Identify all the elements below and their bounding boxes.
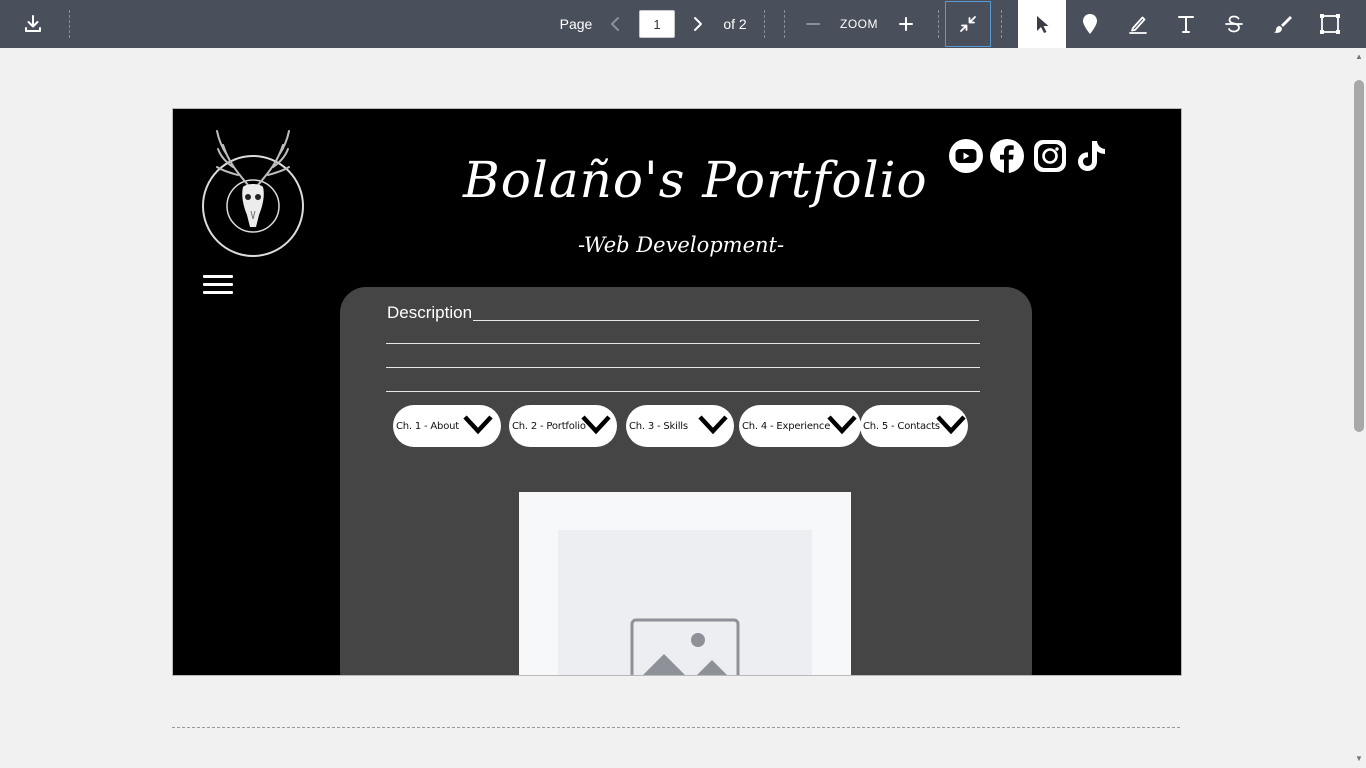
crop-icon bbox=[1320, 14, 1340, 34]
page-label: Page bbox=[559, 16, 593, 32]
description-line bbox=[386, 343, 980, 344]
portfolio-subtitle: -Web Development- bbox=[577, 233, 785, 257]
description-line bbox=[473, 320, 979, 321]
select-tool-button[interactable] bbox=[1018, 0, 1066, 48]
chevron-left-icon bbox=[611, 17, 619, 31]
image-placeholder bbox=[519, 492, 851, 675]
chapter-dropdown-portfolio[interactable]: Ch. 2 - Portfolio bbox=[509, 405, 617, 447]
download-icon bbox=[25, 15, 41, 32]
hamburger-menu-icon[interactable] bbox=[203, 275, 233, 299]
toolbar-divider bbox=[69, 10, 70, 38]
description-line bbox=[386, 391, 980, 392]
portfolio-title: Bolaño's Portfolio bbox=[463, 151, 928, 209]
highlight-icon bbox=[1129, 16, 1147, 34]
minus-icon bbox=[806, 23, 820, 25]
image-placeholder-inner bbox=[558, 530, 812, 675]
toolbar-divider bbox=[938, 10, 939, 38]
chapter-dropdown-skills[interactable]: Ch. 3 - Skills bbox=[626, 405, 734, 447]
description-label: Description bbox=[387, 303, 473, 322]
fit-page-button[interactable] bbox=[945, 1, 991, 47]
collapse-icon bbox=[960, 16, 976, 32]
brush-icon bbox=[1274, 16, 1292, 33]
crop-tool-button[interactable] bbox=[1306, 0, 1354, 48]
pdf-toolbar: Page of 2 ZOOM bbox=[0, 0, 1366, 48]
scrollbar-thumb[interactable] bbox=[1354, 80, 1364, 432]
text-icon bbox=[1178, 16, 1194, 33]
chevron-down-icon bbox=[698, 415, 728, 435]
toolbar-divider bbox=[784, 10, 785, 38]
toolbar-divider bbox=[1001, 10, 1002, 38]
brush-tool-button[interactable] bbox=[1258, 0, 1306, 48]
chevron-down-icon bbox=[581, 415, 611, 435]
zoom-label: ZOOM bbox=[840, 17, 878, 31]
text-tool-button[interactable] bbox=[1162, 0, 1210, 48]
chapter-dropdown-contacts[interactable]: Ch. 5 - Contacts bbox=[860, 405, 968, 447]
chapter-label: Ch. 4 - Experience bbox=[742, 420, 831, 432]
zoom-out-button[interactable] bbox=[800, 0, 826, 48]
chapter-dropdown-about[interactable]: Ch. 1 - About bbox=[393, 405, 501, 447]
pin-tool-button[interactable] bbox=[1066, 0, 1114, 48]
toolbar-divider bbox=[764, 10, 765, 38]
scroll-down-arrow[interactable]: ▼ bbox=[1354, 754, 1364, 764]
content-card: Description Ch. 1 - About Ch. 2 - Portfo… bbox=[340, 287, 1032, 675]
instagram-icon[interactable] bbox=[1033, 139, 1067, 173]
chapter-label: Ch. 2 - Portfolio bbox=[512, 420, 586, 432]
prev-page-button[interactable] bbox=[603, 0, 627, 48]
strikethrough-icon bbox=[1225, 15, 1243, 33]
strikethrough-tool-button[interactable] bbox=[1210, 0, 1258, 48]
chevron-down-icon bbox=[936, 415, 966, 435]
tiktok-icon[interactable] bbox=[1074, 139, 1108, 173]
image-icon bbox=[630, 618, 740, 675]
chevron-down-icon bbox=[463, 415, 493, 435]
plus-icon bbox=[899, 17, 913, 31]
highlight-tool-button[interactable] bbox=[1114, 0, 1162, 48]
chapter-dropdown-experience[interactable]: Ch. 4 - Experience bbox=[739, 405, 861, 447]
chapter-label: Ch. 5 - Contacts bbox=[863, 420, 940, 432]
pin-icon bbox=[1083, 14, 1097, 34]
deer-skull-logo bbox=[202, 130, 304, 257]
page-total: of 2 bbox=[723, 16, 747, 32]
chapter-label: Ch. 1 - About bbox=[396, 420, 459, 432]
chevron-down-icon bbox=[827, 415, 857, 435]
description-line bbox=[386, 367, 980, 368]
zoom-in-button[interactable] bbox=[893, 0, 919, 48]
facebook-icon[interactable] bbox=[990, 139, 1024, 173]
next-page-button[interactable] bbox=[686, 0, 710, 48]
select-icon bbox=[1037, 16, 1049, 33]
download-button[interactable] bbox=[10, 0, 56, 48]
scroll-up-arrow[interactable]: ▲ bbox=[1354, 52, 1364, 62]
youtube-icon[interactable] bbox=[949, 139, 983, 173]
page-number-input[interactable] bbox=[639, 10, 675, 38]
pdf-page: Bolaño's Portfolio -Web Development- Des… bbox=[172, 108, 1182, 676]
chapter-label: Ch. 3 - Skills bbox=[629, 420, 688, 432]
chevron-right-icon bbox=[694, 17, 702, 31]
page-break-divider bbox=[172, 727, 1180, 728]
